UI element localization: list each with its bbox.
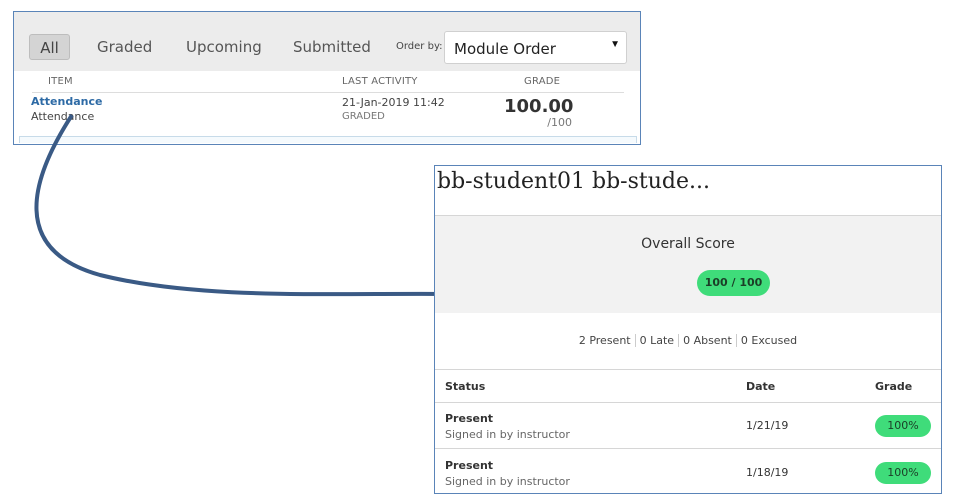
column-header-grade: Grade — [875, 380, 913, 393]
count-present: 2 Present — [578, 334, 631, 347]
order-by-label: Order by: — [396, 41, 443, 52]
table-row: Present Signed in by instructor 1/21/19 … — [435, 403, 941, 449]
caret-down-icon: ▼ — [610, 39, 620, 50]
overall-score-badge: 100 / 100 — [697, 270, 770, 296]
row-date: 1/18/19 — [746, 466, 789, 479]
count-absent: 0 Absent — [678, 334, 736, 347]
row-detail: Signed in by instructor — [445, 428, 570, 441]
grade-value: 100.00 — [504, 96, 574, 117]
column-header-status: Status — [445, 380, 486, 393]
overall-score-title: Overall Score — [641, 236, 735, 252]
count-excused: 0 Excused — [735, 334, 802, 347]
filter-graded-button[interactable]: Graded — [97, 34, 152, 60]
row-strip — [19, 136, 637, 143]
row-divider — [435, 448, 941, 449]
row-date: 1/21/19 — [746, 419, 789, 432]
row-status: Present — [445, 412, 494, 425]
filter-submitted-button[interactable]: Submitted — [293, 34, 371, 60]
order-by-value: Module Order — [454, 40, 556, 58]
last-activity-status: GRADED — [342, 111, 385, 122]
table-top-divider — [435, 369, 941, 370]
filter-upcoming-button[interactable]: Upcoming — [186, 34, 262, 60]
filter-bar: All Graded Upcoming Submitted Order by: … — [14, 12, 640, 71]
last-activity-date: 21-Jan-2019 11:42 — [342, 96, 445, 109]
row-grade-badge: 100% — [875, 462, 931, 484]
attendance-detail-panel: bb-student01 bb-stude... Overall Score 1… — [434, 165, 942, 494]
row-detail: Signed in by instructor — [445, 475, 570, 488]
row-status: Present — [445, 459, 494, 472]
count-late: 0 Late — [634, 334, 679, 347]
grades-panel: All Graded Upcoming Submitted Order by: … — [13, 11, 641, 145]
column-header-grade: GRADE — [524, 76, 561, 87]
column-header-date: Date — [746, 380, 776, 393]
row-grade-badge: 100% — [875, 415, 931, 437]
attendance-counts: 2 Present 0 Late 0 Absent 0 Excused — [435, 334, 941, 347]
student-name: bb-student01 bb-stude... — [437, 169, 710, 194]
grade-max: /100 — [547, 116, 572, 129]
column-header-last-activity: LAST ACTIVITY — [342, 76, 418, 87]
attendance-item-category: Attendance — [31, 110, 95, 123]
header-divider — [32, 92, 624, 93]
filter-all-button[interactable]: All — [29, 34, 70, 60]
attendance-item-link[interactable]: Attendance — [31, 95, 102, 108]
table-row: Present Signed in by instructor 1/18/19 … — [435, 450, 941, 493]
overall-score-area: Overall Score 100 / 100 — [435, 215, 941, 313]
order-by-select[interactable]: Module Order ▼ — [444, 31, 627, 64]
column-header-item: ITEM — [48, 76, 73, 87]
